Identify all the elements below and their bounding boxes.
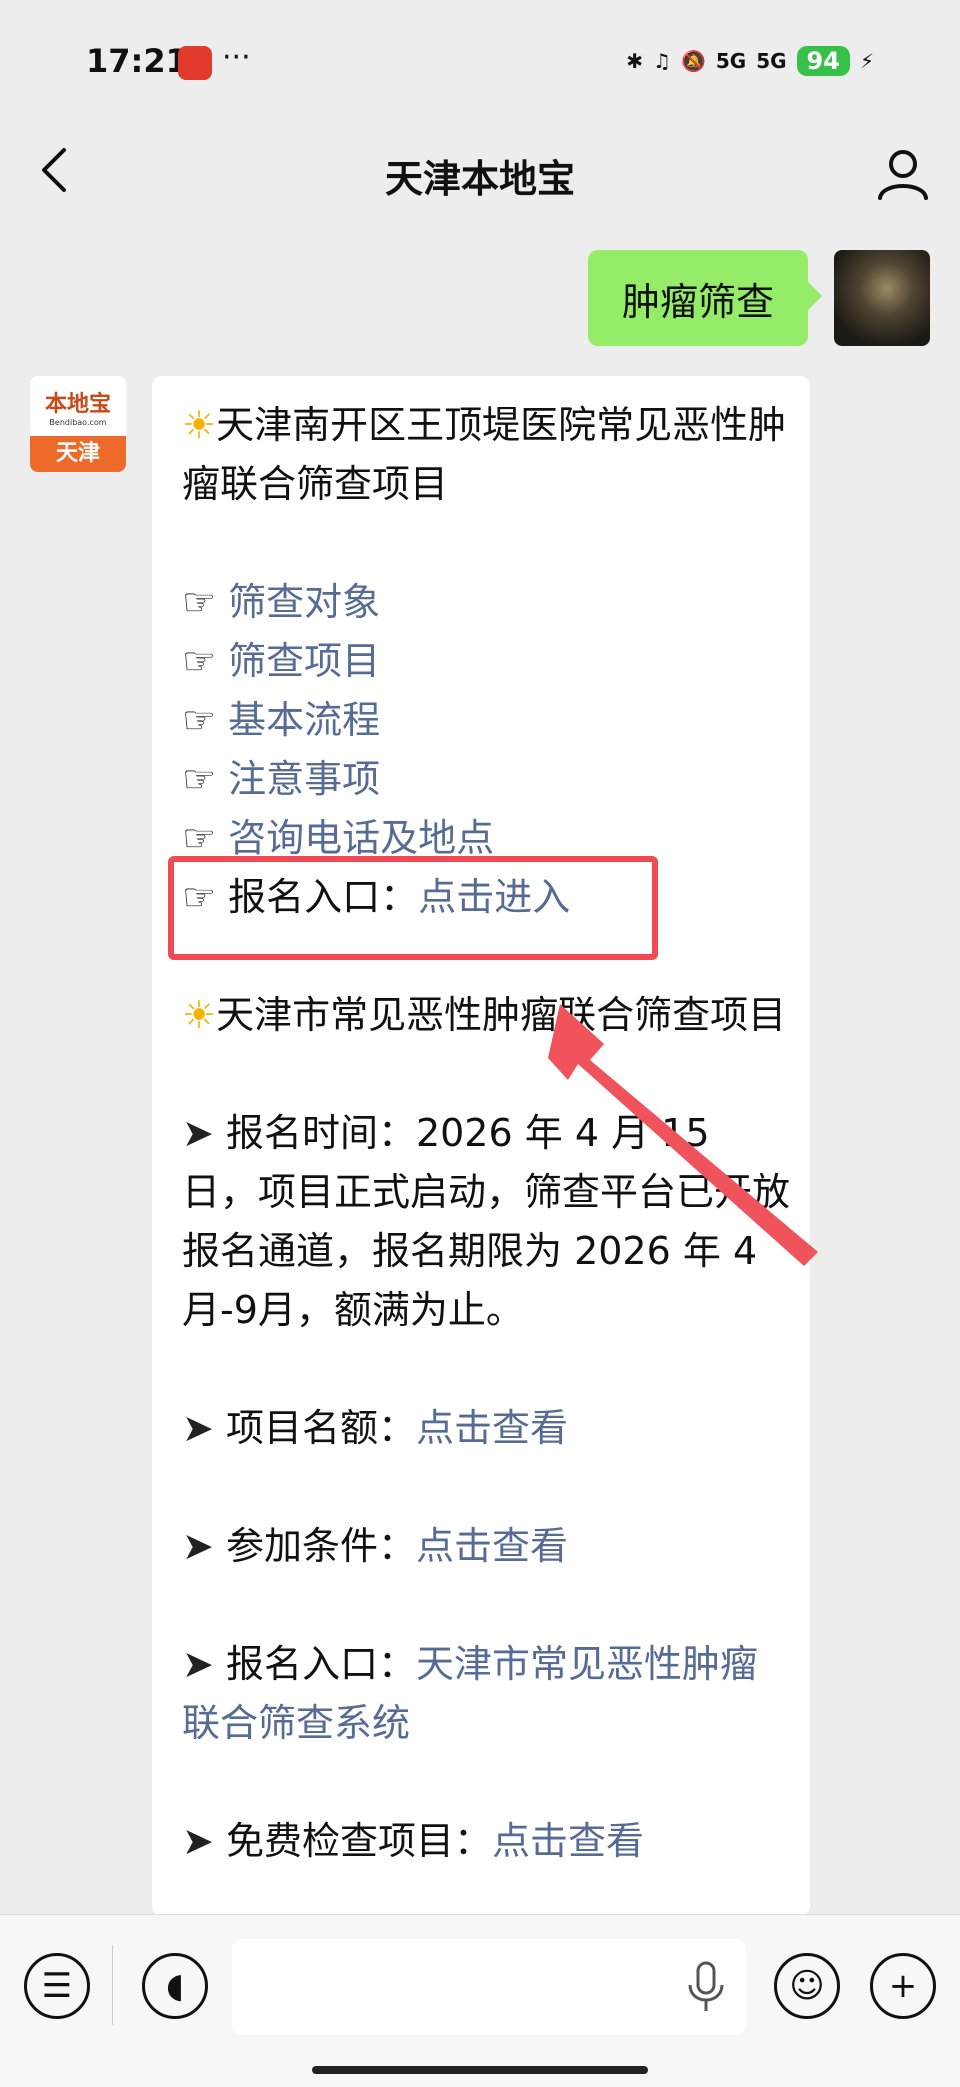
battery-icon: 94 xyxy=(796,46,850,76)
info-item: ➤ 参加条件：点击查看 xyxy=(182,1524,568,1568)
voice-icon[interactable]: ◖ xyxy=(142,1953,208,2019)
link-contact[interactable]: 咨询电话及地点 xyxy=(228,816,494,860)
emoji-icon[interactable]: ☺ xyxy=(774,1953,840,2019)
arrow-bullet-icon: ➤ xyxy=(182,1406,214,1450)
link-basic-process[interactable]: 基本流程 xyxy=(228,698,380,742)
list-item: ☞ 注意事项 xyxy=(182,750,792,809)
divider xyxy=(112,1945,113,2025)
status-time: 17:21 xyxy=(86,42,188,80)
sun-icon: ☀ xyxy=(182,993,217,1037)
info-paragraph: ➤ 报名时间：2026 年 4 月 15 日，项目正式启动，筛查平台已开放报名通… xyxy=(182,1111,791,1332)
link-screening-items[interactable]: 筛查项目 xyxy=(228,639,380,683)
home-indicator xyxy=(312,2066,648,2074)
list-item: ☞ 基本流程 xyxy=(182,691,792,750)
arrow-bullet-icon: ➤ xyxy=(182,1111,214,1155)
my-avatar[interactable] xyxy=(834,250,930,346)
status-bar: 17:21 ··· ✱ ♫ 🔕 5G 5G 94 ⚡ xyxy=(0,0,960,120)
charging-icon: ⚡ xyxy=(859,49,874,73)
signal-icon: 5G xyxy=(715,49,747,73)
pointing-hand-icon: ☞ xyxy=(182,816,217,860)
input-bar: ☰ ◖ ☺ + xyxy=(0,1914,960,2087)
outgoing-message[interactable]: 肿瘤筛查 xyxy=(588,250,822,346)
message-input[interactable] xyxy=(232,1939,746,2035)
nav-bar: 天津本地宝 xyxy=(0,120,960,230)
arrow-bullet-icon: ➤ xyxy=(182,1524,214,1568)
quota-link[interactable]: 点击查看 xyxy=(416,1406,568,1450)
link-screening-target[interactable]: 筛查对象 xyxy=(228,580,380,624)
arrow-bullet-icon: ➤ xyxy=(182,1642,214,1686)
info-item: ➤ 项目名额：点击查看 xyxy=(182,1406,568,1450)
pointing-hand-icon: ☞ xyxy=(182,698,217,742)
status-indicators: ✱ ♫ 🔕 5G 5G 94 ⚡ xyxy=(626,46,874,76)
pointing-hand-icon: ☞ xyxy=(182,757,217,801)
sun-icon: ☀ xyxy=(182,403,217,447)
bot-avatar-city: 天津 xyxy=(30,436,126,472)
page-title: 天津本地宝 xyxy=(384,157,575,201)
section-title: ☀天津南开区王顶堤医院常见恶性肿瘤联合筛查项目 xyxy=(182,403,787,506)
pointing-hand-icon: ☞ xyxy=(182,580,217,624)
list-item: ☞ 筛查对象 xyxy=(182,573,792,632)
mute-icon: 🔕 xyxy=(680,49,706,73)
bot-avatar-logo: 本地宝 Bendibao.com xyxy=(30,376,126,436)
free-items-link[interactable]: 点击查看 xyxy=(492,1819,644,1863)
list-item: ☞ 筛查项目 xyxy=(182,632,792,691)
bot-avatar[interactable]: 本地宝 Bendibao.com 天津 xyxy=(30,376,126,472)
message-content: ☀天津南开区王顶堤医院常见恶性肿瘤联合筛查项目 ☞ 筛查对象 ☞ 筛查项目 ☞ … xyxy=(182,396,792,1871)
info-item: ➤ 报名入口：天津市常见恶性肿瘤联合筛查系统 xyxy=(182,1642,758,1745)
link-notes[interactable]: 注意事项 xyxy=(228,757,380,801)
section-title: ☀天津市常见恶性肿瘤联合筛查项目 xyxy=(182,993,787,1037)
info-item: ➤ 免费检查项目：点击查看 xyxy=(182,1819,644,1863)
more-notifications-icon: ··· xyxy=(222,40,251,75)
arrow-bullet-icon: ➤ xyxy=(182,1819,214,1863)
bot-message-card: ☀天津南开区王顶堤医院常见恶性肿瘤联合筛查项目 ☞ 筛查对象 ☞ 筛查项目 ☞ … xyxy=(152,376,810,1916)
list-menu-icon[interactable]: ☰ xyxy=(24,1953,90,2019)
notification-app-icon xyxy=(178,46,212,80)
profile-icon[interactable] xyxy=(872,142,934,204)
conditions-link[interactable]: 点击查看 xyxy=(416,1524,568,1568)
plus-icon[interactable]: + xyxy=(870,1953,936,2019)
earbuds-icon: ♫ xyxy=(653,49,671,73)
highlight-box xyxy=(168,856,658,960)
mic-icon[interactable] xyxy=(686,1961,726,2013)
signal-icon: 5G xyxy=(756,49,787,73)
bluetooth-icon: ✱ xyxy=(626,49,644,73)
pointing-hand-icon: ☞ xyxy=(182,639,217,683)
